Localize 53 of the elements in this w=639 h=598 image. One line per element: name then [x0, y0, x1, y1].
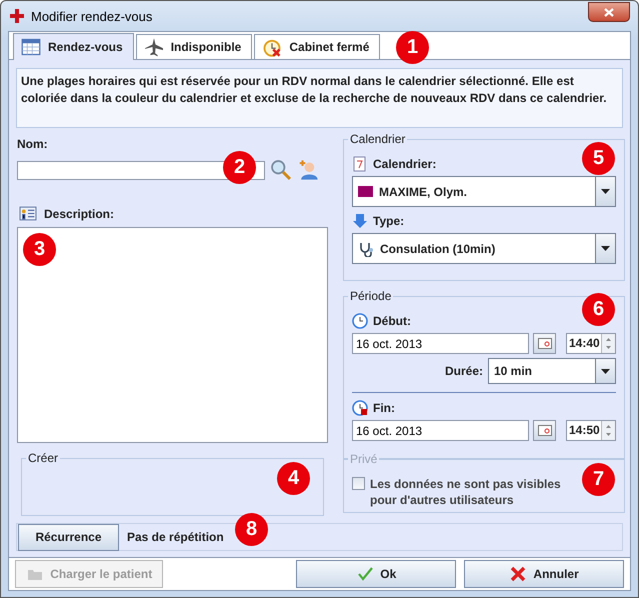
window-title: Modifier rendez-vous: [31, 8, 152, 24]
time-spinner[interactable]: 14:50: [566, 420, 616, 441]
stethoscope-icon: [358, 240, 374, 256]
recurrence-status: Pas de répétition: [127, 530, 224, 544]
tab[interactable]: Rendez-vous: [13, 33, 134, 60]
start-label: Début:: [373, 314, 411, 328]
duration-dropdown[interactable]: 10 min: [488, 358, 616, 384]
end-date-field[interactable]: 16 oct. 2013: [352, 420, 529, 441]
close-button[interactable]: [588, 2, 630, 22]
duration-label: Durée:: [444, 364, 483, 378]
start-date-field[interactable]: 16 oct. 2013: [352, 333, 529, 354]
dropdown-arrow-icon: [601, 368, 610, 374]
tab[interactable]: Cabinet fermé: [254, 34, 380, 59]
add-person-icon: [297, 159, 319, 181]
search-icon: [270, 159, 292, 181]
type-label: Type:: [373, 214, 404, 228]
group-title: Créer: [26, 451, 60, 465]
clock-icon: [352, 313, 368, 329]
name-field[interactable]: [17, 160, 265, 180]
airplane-icon: [142, 37, 165, 57]
dropdown-arrow-icon: [601, 189, 610, 194]
calendar-icon: [20, 37, 42, 57]
calendar-dropdown[interactable]: MAXIME, Olym.: [352, 176, 616, 207]
alarm-clock-icon: [261, 37, 284, 57]
tab[interactable]: Indisponible: [136, 34, 252, 59]
clock-icon: [352, 400, 368, 416]
down-arrow-icon: [352, 213, 368, 229]
name-label: Nom:: [17, 137, 49, 151]
close-icon: [604, 8, 614, 16]
calendar-icon: [538, 425, 552, 436]
dropdown-arrow-icon: [601, 246, 610, 251]
cross-icon: [509, 566, 528, 582]
group-title: Période: [348, 289, 394, 303]
calendar-page-icon: [352, 156, 368, 172]
ok-button[interactable]: Ok: [296, 560, 456, 588]
calendar-icon: [538, 338, 552, 349]
info-text: Une plages horaires qui est réservée pour un RDV normal dans le calendrier sélectionné. Elle est coloriée dans la couleur du calendrier et excluse de la recherche de nouveaux RDV dans ce calendrier.: [16, 68, 623, 128]
group-title: Privé: [348, 452, 380, 466]
date-picker-button[interactable]: [532, 333, 556, 354]
cancel-button[interactable]: Annuler: [464, 560, 624, 588]
calendar-label: Calendrier:: [373, 157, 436, 171]
recurrence-button[interactable]: Récurrence: [18, 524, 119, 550]
group-title: Calendrier: [348, 132, 408, 146]
end-label: Fin:: [373, 401, 395, 415]
private-checkbox-label: Les données ne sont pas visibles pour d'autres utilisateurs: [370, 476, 562, 508]
date-picker-button[interactable]: [532, 420, 556, 441]
description-field[interactable]: [17, 227, 328, 443]
cross-logo-icon: [9, 8, 25, 24]
time-spinner[interactable]: 14:40: [566, 333, 616, 354]
type-dropdown[interactable]: Consulation (10min): [352, 233, 616, 264]
description-label: Description:: [44, 206, 114, 220]
id-card-icon: [17, 205, 39, 222]
checkmark-icon: [356, 566, 374, 582]
